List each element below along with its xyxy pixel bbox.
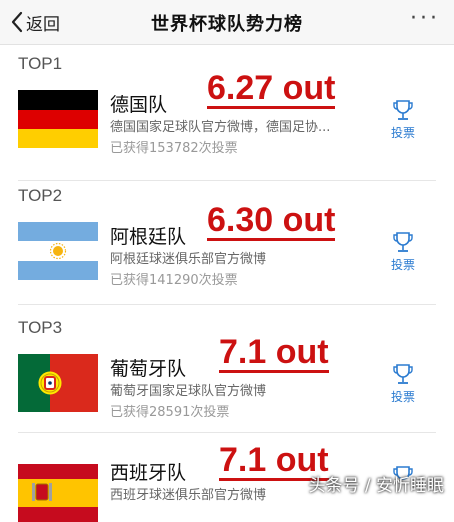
team-description: 阿根廷球迷俱乐部官方微博 [110, 252, 267, 267]
watermark: 头条号 / 安忻睡眠 [308, 476, 444, 496]
odds-annotation: 6.30 out [207, 201, 336, 241]
trophy-icon [393, 100, 413, 120]
trophy-icon [393, 364, 413, 384]
more-options-button[interactable]: ··· [410, 8, 440, 30]
team-name[interactable]: 葡萄牙队 [110, 354, 186, 381]
vote-button[interactable]: 投票 [386, 98, 420, 141]
divider [18, 432, 436, 433]
team-name[interactable]: 阿根廷队 [110, 222, 186, 249]
vote-button[interactable]: 投票 [386, 230, 420, 273]
vote-label: 投票 [390, 390, 415, 404]
flag-germany-icon [18, 90, 98, 148]
team-name[interactable]: 西班牙队 [110, 458, 186, 485]
top-navigation-bar: 返回 世界杯球队势力榜 ··· [0, 0, 454, 45]
vote-count: 已获得153782次投票 [110, 141, 238, 156]
vote-label: 投票 [390, 258, 415, 272]
team-description: 德国国家足球队官方微博，德国足协... [110, 120, 331, 135]
flag-spain-icon [18, 464, 98, 522]
rank-label: TOP2 [18, 186, 63, 205]
list-item: TOP1 德国队 德国国家足球队官方微博，德国足协... 已获得153782次投… [0, 44, 454, 180]
team-name[interactable]: 德国队 [110, 90, 167, 117]
flag-argentina-icon [18, 222, 98, 280]
vote-button[interactable]: 投票 [386, 362, 420, 405]
team-description: 西班牙球迷俱乐部官方微博 [110, 488, 267, 503]
flag-portugal-icon [18, 354, 98, 412]
rank-label: TOP3 [18, 318, 63, 337]
vote-count: 已获得141290次投票 [110, 273, 238, 288]
rank-label: TOP1 [18, 54, 63, 73]
odds-annotation: 7.1 out [219, 333, 329, 373]
vote-label: 投票 [390, 126, 415, 140]
vote-count: 已获得28591次投票 [110, 405, 230, 420]
odds-annotation: 6.27 out [207, 69, 336, 109]
page-title: 世界杯球队势力榜 [151, 14, 303, 35]
team-description: 葡萄牙国家足球队官方微博 [110, 384, 267, 399]
list-item: TOP3 葡萄牙队 葡萄牙国家足球队官方微博 已获得28591次投票 7.1 o… [0, 306, 454, 432]
list-item: TOP2 阿根廷队 阿根廷球迷俱乐部官方微博 已获得141290次投票 6.30… [0, 182, 454, 304]
divider [18, 304, 436, 305]
divider [18, 180, 436, 181]
trophy-icon [393, 232, 413, 252]
